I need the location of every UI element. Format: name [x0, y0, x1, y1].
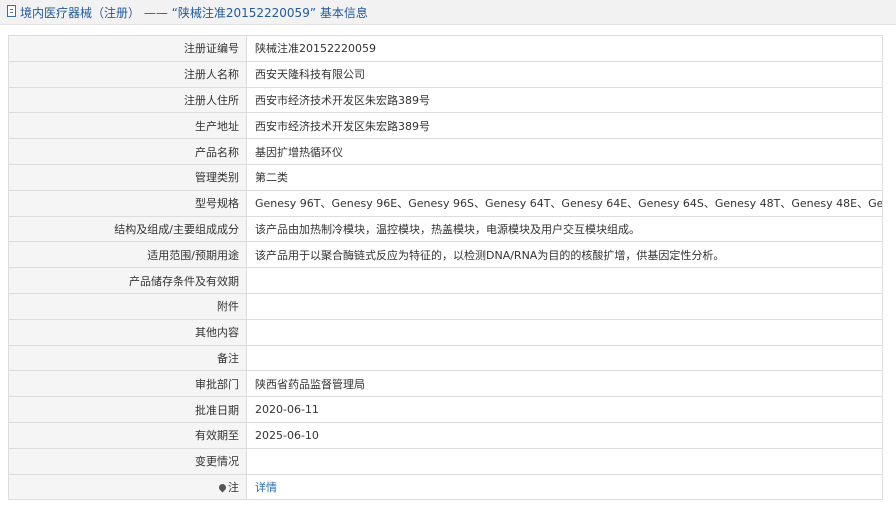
row-label: 生产地址: [8, 112, 247, 140]
row-label: 适用范围/预期用途: [8, 241, 247, 269]
row-label: 有效期至: [8, 421, 247, 449]
row-value: 陕械注准20152220059: [246, 35, 883, 62]
row-label: 结构及组成/主要组成成分: [8, 215, 247, 243]
row-label: 审批部门: [8, 370, 247, 398]
note-label: 注: [228, 480, 239, 494]
row-value: 2020-06-11: [246, 396, 883, 423]
table-row: 审批部门 陕西省药品监督管理局: [8, 370, 883, 398]
row-value: 2025-06-10: [246, 421, 883, 449]
table-row: 型号规格 Genesy 96T、Genesy 96E、Genesy 96S、Ge…: [8, 189, 883, 217]
note-label-cell: 注: [8, 473, 247, 501]
page-header: 境内医疗器械（注册） —— “陕械注准20152220059” 基本信息: [0, 0, 896, 25]
row-label: 变更情况: [8, 447, 247, 475]
row-label: 批准日期: [8, 396, 247, 423]
row-label: 附件: [8, 292, 247, 320]
table-row: 附件: [8, 292, 883, 320]
table-row: 其他内容: [8, 318, 883, 346]
pin-icon: [217, 482, 228, 493]
row-value: 该产品用于以聚合酶链式反应为特征的，以检测DNA/RNA为目的的核酸扩增，供基因…: [246, 241, 883, 269]
row-value: 该产品由加热制冷模块，温控模块，热盖模块，电源模块及用户交互模块组成。: [246, 215, 883, 243]
row-value: [246, 267, 883, 294]
table-row: 结构及组成/主要组成成分 该产品由加热制冷模块，温控模块，热盖模块，电源模块及用…: [8, 215, 883, 243]
row-value: 西安天隆科技有限公司: [246, 60, 883, 88]
table-row: 有效期至 2025-06-10: [8, 421, 883, 449]
row-value: 西安市经济技术开发区朱宏路389号: [246, 112, 883, 140]
note-row: 注 详情: [8, 473, 883, 501]
row-value: [246, 318, 883, 346]
table-row: 产品名称 基因扩增热循环仪: [8, 138, 883, 165]
table-row: 变更情况: [8, 447, 883, 475]
table-row: 产品储存条件及有效期: [8, 267, 883, 294]
row-value: [246, 447, 883, 475]
page-title: 境内医疗器械（注册） —— “陕械注准20152220059” 基本信息: [20, 6, 368, 20]
row-value: [246, 344, 883, 372]
document-icon: [7, 5, 16, 17]
table-row: 管理类别 第二类: [8, 163, 883, 191]
table-row: 注册人住所 西安市经济技术开发区朱宏路389号: [8, 86, 883, 114]
table-row: 生产地址 西安市经济技术开发区朱宏路389号: [8, 112, 883, 140]
row-label: 注册人住所: [8, 86, 247, 114]
row-label: 产品名称: [8, 138, 247, 165]
row-value: Genesy 96T、Genesy 96E、Genesy 96S、Genesy …: [246, 189, 883, 217]
table-row: 批准日期 2020-06-11: [8, 396, 883, 423]
row-label: 产品储存条件及有效期: [8, 267, 247, 294]
table-row: 适用范围/预期用途 该产品用于以聚合酶链式反应为特征的，以检测DNA/RNA为目…: [8, 241, 883, 269]
row-value: 第二类: [246, 163, 883, 191]
row-value: [246, 292, 883, 320]
table-row: 注册证编号 陕械注准20152220059: [8, 35, 883, 62]
row-label: 管理类别: [8, 163, 247, 191]
row-value: 陕西省药品监督管理局: [246, 370, 883, 398]
row-label: 注册证编号: [8, 35, 247, 62]
info-table: 注册证编号 陕械注准20152220059 注册人名称 西安天隆科技有限公司 注…: [8, 35, 883, 501]
row-label: 型号规格: [8, 189, 247, 217]
note-value-cell: 详情: [246, 473, 883, 501]
table-row: 备注: [8, 344, 883, 372]
table-row: 注册人名称 西安天隆科技有限公司: [8, 60, 883, 88]
row-label: 其他内容: [8, 318, 247, 346]
row-label: 备注: [8, 344, 247, 372]
row-value: 基因扩增热循环仪: [246, 138, 883, 165]
row-value: 西安市经济技术开发区朱宏路389号: [246, 86, 883, 114]
detail-link[interactable]: 详情: [255, 481, 277, 494]
row-label: 注册人名称: [8, 60, 247, 88]
